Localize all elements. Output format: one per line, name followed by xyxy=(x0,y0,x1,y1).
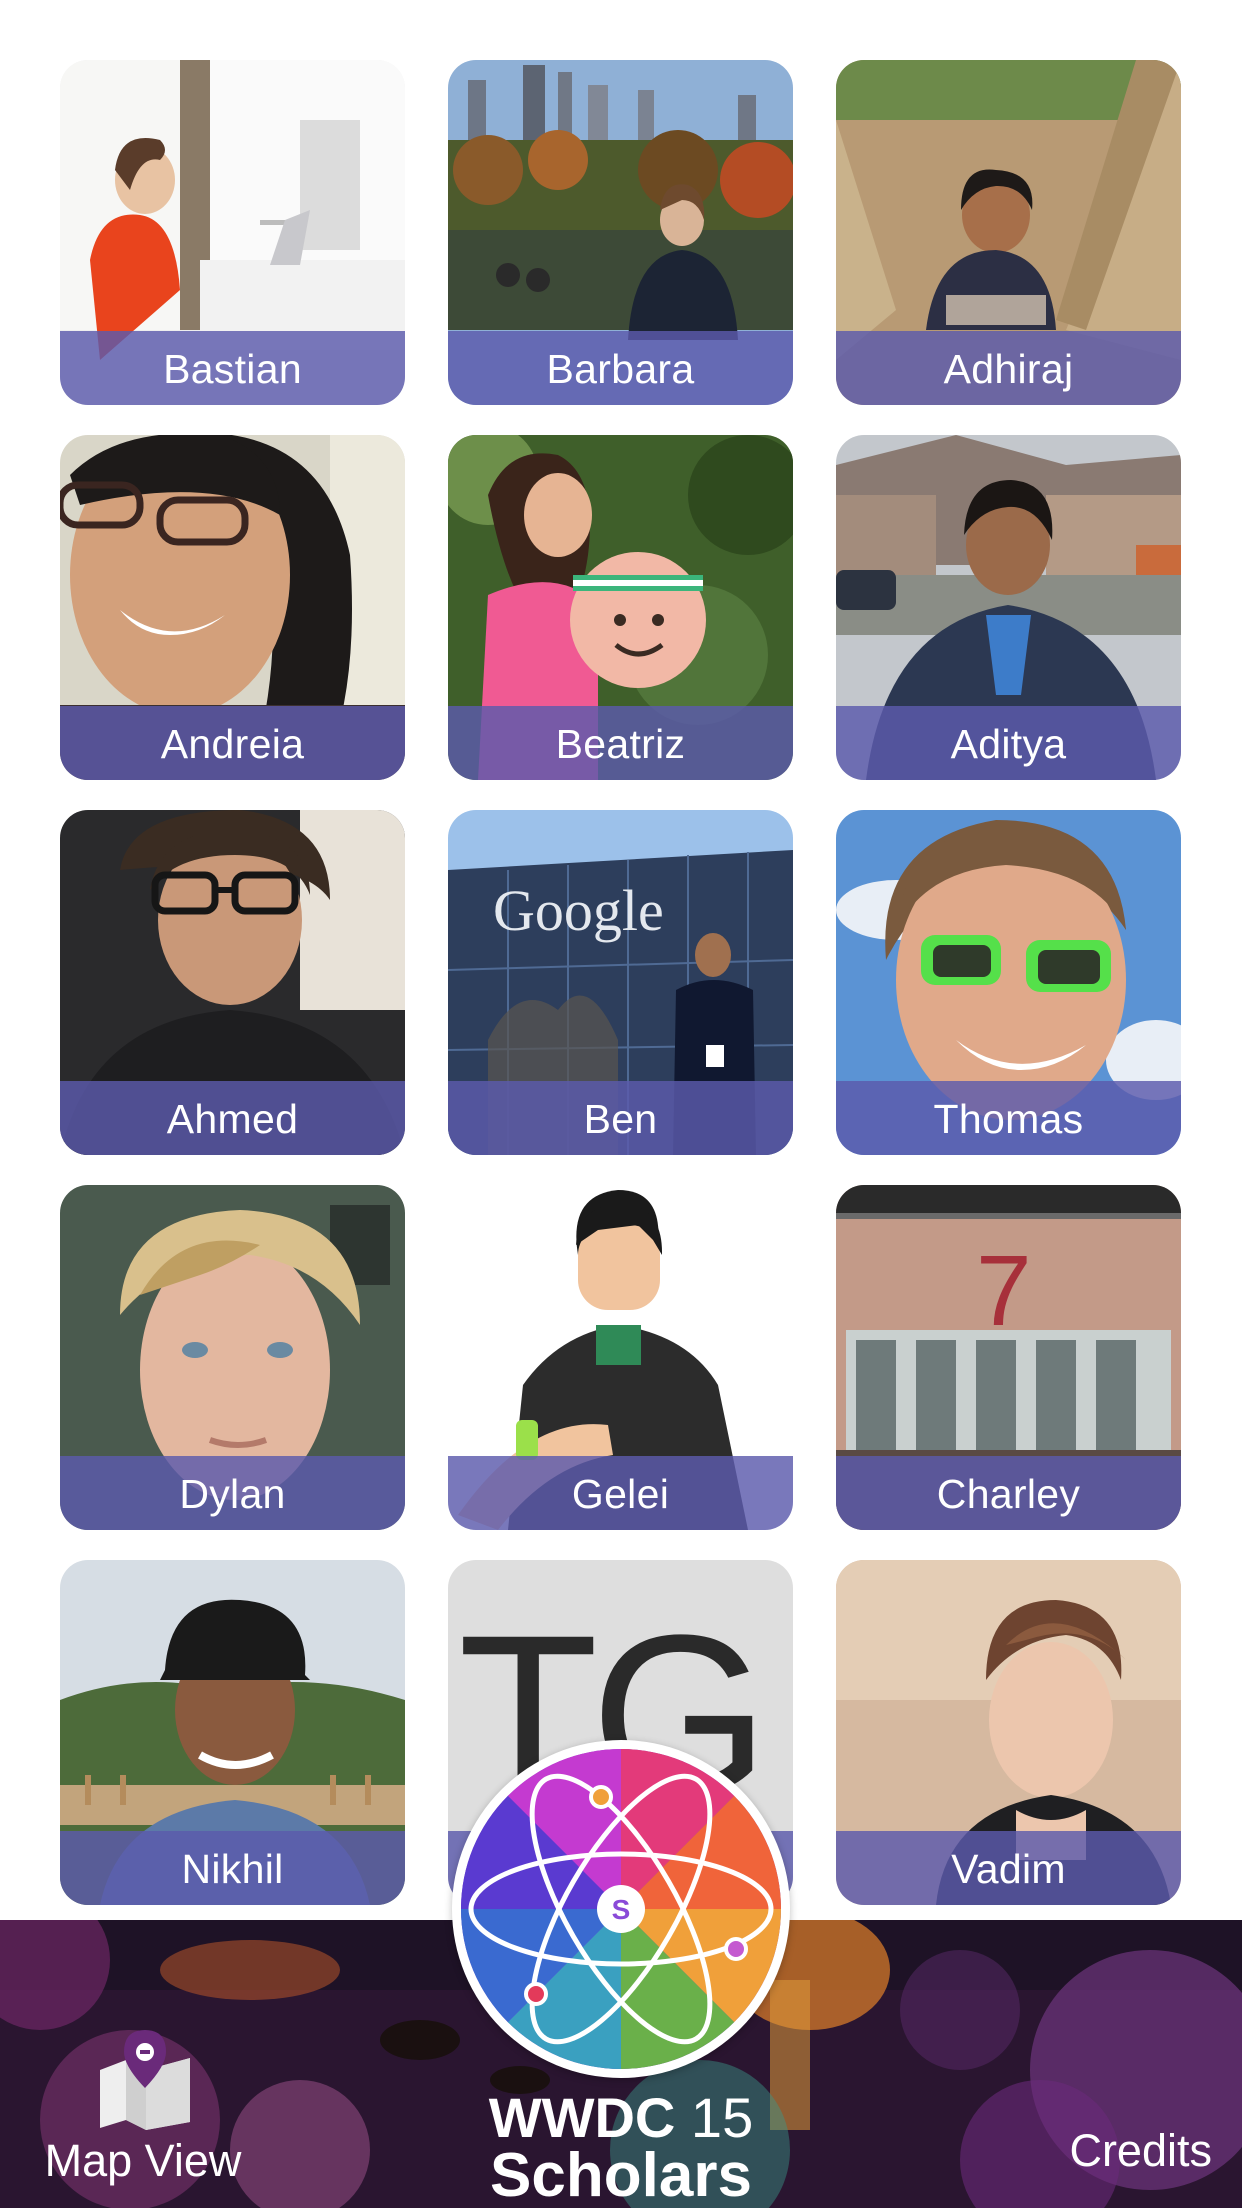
map-view-label: Map View xyxy=(44,2135,242,2186)
scholar-name: Beatriz xyxy=(448,706,793,780)
scholar-card-adhiraj[interactable]: Adhiraj xyxy=(836,60,1181,405)
scholar-name: Ben xyxy=(448,1081,793,1155)
app-logo: S xyxy=(452,1740,790,2078)
scholar-name: Ahmed xyxy=(60,1081,405,1155)
scholar-card-ben[interactable]: Google Ben xyxy=(448,810,793,1155)
scholar-card-bastian[interactable]: Bastian xyxy=(60,60,405,405)
scholar-name: Adhiraj xyxy=(836,331,1181,405)
scholar-grid: Bastian Barbara Adhiraj Andreia Beatriz … xyxy=(60,60,1182,1905)
scholar-name: Charley xyxy=(836,1456,1181,1530)
scholar-name: Aditya xyxy=(836,706,1181,780)
scholar-name: Nikhil xyxy=(60,1831,405,1905)
scholar-card-barbara[interactable]: Barbara xyxy=(448,60,793,405)
scholar-card-gelei[interactable]: Gelei xyxy=(448,1185,793,1530)
scholar-card-nikhil[interactable]: Nikhil xyxy=(60,1560,405,1905)
google-sign-text: Google xyxy=(493,878,664,943)
scholar-name: Andreia xyxy=(60,706,405,780)
map-pin-icon xyxy=(100,2030,190,2130)
scholar-name: Thomas xyxy=(836,1081,1181,1155)
scholar-card-dylan[interactable]: Dylan xyxy=(60,1185,405,1530)
scholar-card-beatriz[interactable]: Beatriz xyxy=(448,435,793,780)
scholar-card-vadim[interactable]: Vadim xyxy=(836,1560,1181,1905)
scholar-card-charley[interactable]: 7 Charley xyxy=(836,1185,1181,1530)
credits-button[interactable]: Credits xyxy=(1069,2125,1212,2177)
scholar-name: Barbara xyxy=(448,331,793,405)
scholar-name: Vadim xyxy=(836,1831,1181,1905)
logo-letter: S xyxy=(612,1894,631,1925)
scholar-card-ahmed[interactable]: Ahmed xyxy=(60,810,405,1155)
map-view-button[interactable]: Map View xyxy=(38,2030,248,2200)
scholar-name: Bastian xyxy=(60,331,405,405)
scholar-name: Gelei xyxy=(448,1456,793,1530)
scholar-card-aditya[interactable]: Aditya xyxy=(836,435,1181,780)
scholar-card-thomas[interactable]: Thomas xyxy=(836,810,1181,1155)
atom-logo-icon: S xyxy=(461,1749,781,2069)
scholar-card-andreia[interactable]: Andreia xyxy=(60,435,405,780)
scholar-name: Dylan xyxy=(60,1456,405,1530)
